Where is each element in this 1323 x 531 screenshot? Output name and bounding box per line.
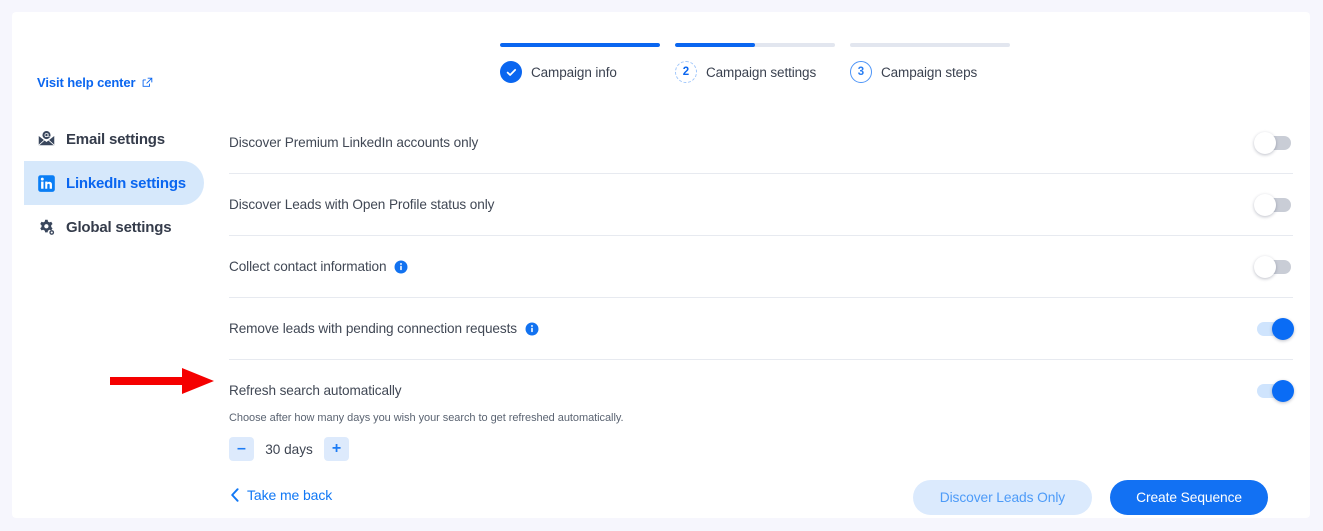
toggle-discover-premium[interactable] [1254, 131, 1291, 154]
setting-label-wrap: Discover Leads with Open Profile status … [229, 197, 494, 212]
toggle-open-profile[interactable] [1254, 193, 1291, 216]
toggle-collect-contact-info[interactable] [1254, 255, 1291, 278]
stepper-step-campaign-steps[interactable]: 3 Campaign steps [850, 29, 1018, 89]
decrement-days-button[interactable]: – [229, 437, 254, 461]
setting-label: Discover Premium LinkedIn accounts only [229, 135, 479, 150]
setting-row-collect-contact-info: Collect contact information [229, 236, 1293, 298]
discover-leads-only-button[interactable]: Discover Leads Only [912, 480, 1093, 515]
step-badge-todo: 3 [850, 61, 872, 83]
campaign-stepper: Campaign info 2 Campaign settings 3 Camp… [500, 29, 1028, 89]
refresh-interval-hint: Choose after how many days you wish your… [229, 412, 624, 424]
step-badge-current: 2 [675, 61, 697, 83]
toggle-refresh-search[interactable] [1257, 379, 1294, 402]
setting-row-discover-premium: Discover Premium LinkedIn accounts only [229, 112, 1293, 174]
take-me-back-link[interactable]: Take me back [230, 487, 332, 503]
stepper-step-campaign-info[interactable]: Campaign info [500, 29, 668, 89]
toggle-knob [1254, 255, 1276, 278]
create-sequence-button[interactable]: Create Sequence [1110, 480, 1268, 515]
help-center-label: Visit help center [37, 75, 136, 90]
setting-label-wrap: Refresh search automatically [229, 383, 402, 398]
toggle-knob [1254, 193, 1276, 216]
setting-row-remove-pending-requests: Remove leads with pending connection req… [229, 298, 1294, 360]
refresh-days-value: 30 days [265, 441, 313, 457]
step-progress-fill [675, 43, 755, 47]
sidebar-item-label: Global settings [66, 218, 172, 236]
setting-label: Remove leads with pending connection req… [229, 321, 517, 336]
sidebar-item-linkedin-settings[interactable]: LinkedIn settings [24, 161, 204, 205]
take-me-back-label: Take me back [247, 487, 333, 503]
toggle-remove-pending-requests[interactable] [1257, 317, 1294, 340]
setting-label-wrap: Discover Premium LinkedIn accounts only [229, 135, 478, 150]
sidebar-item-label: Email settings [66, 130, 165, 148]
step-label: Campaign settings [706, 64, 817, 80]
step-progress-bar [675, 43, 835, 47]
settings-sidebar: Email settings LinkedIn settings Global … [24, 117, 204, 249]
step-label: Campaign steps [881, 64, 978, 80]
app-window: Campaign info 2 Campaign settings 3 Camp… [0, 0, 1323, 531]
setting-label-wrap: Collect contact information [229, 259, 408, 274]
step-badge-done [500, 61, 522, 83]
step-progress-bar [500, 43, 660, 47]
toggle-knob [1254, 131, 1276, 154]
toggle-knob [1272, 317, 1294, 340]
step-progress-fill [500, 43, 660, 47]
annotation-arrow-icon [110, 368, 214, 394]
chevron-left-icon [231, 488, 239, 502]
step-label: Campaign info [531, 64, 617, 80]
footer-actions: Discover Leads Only Create Sequence [912, 480, 1268, 515]
check-icon [506, 68, 516, 76]
setting-label-wrap: Remove leads with pending connection req… [229, 321, 539, 336]
content-card: Campaign info 2 Campaign settings 3 Camp… [12, 12, 1310, 518]
info-icon[interactable] [525, 322, 539, 336]
info-icon[interactable] [394, 260, 408, 274]
email-icon [38, 130, 55, 146]
setting-row-open-profile: Discover Leads with Open Profile status … [229, 174, 1293, 236]
setting-label: Discover Leads with Open Profile status … [229, 197, 495, 212]
gear-icon [40, 219, 55, 235]
linkedin-settings-list: Discover Premium LinkedIn accounts only … [229, 112, 1294, 421]
refresh-interval-section: Choose after how many days you wish your… [229, 412, 929, 461]
visit-help-center-link[interactable]: Visit help center [37, 75, 153, 90]
step-progress-bar [850, 43, 1010, 47]
refresh-days-stepper: – 30 days + [229, 437, 349, 461]
setting-label: Refresh search automatically [229, 383, 402, 398]
linkedin-icon [38, 174, 55, 192]
setting-label: Collect contact information [229, 259, 387, 274]
sidebar-item-global-settings[interactable]: Global settings [24, 205, 204, 249]
stepper-step-campaign-settings[interactable]: 2 Campaign settings [675, 29, 843, 89]
sidebar-item-email-settings[interactable]: Email settings [24, 117, 204, 161]
external-link-icon [142, 77, 152, 87]
toggle-knob [1272, 379, 1294, 402]
increment-days-button[interactable]: + [324, 437, 349, 461]
sidebar-item-label: LinkedIn settings [66, 174, 186, 192]
